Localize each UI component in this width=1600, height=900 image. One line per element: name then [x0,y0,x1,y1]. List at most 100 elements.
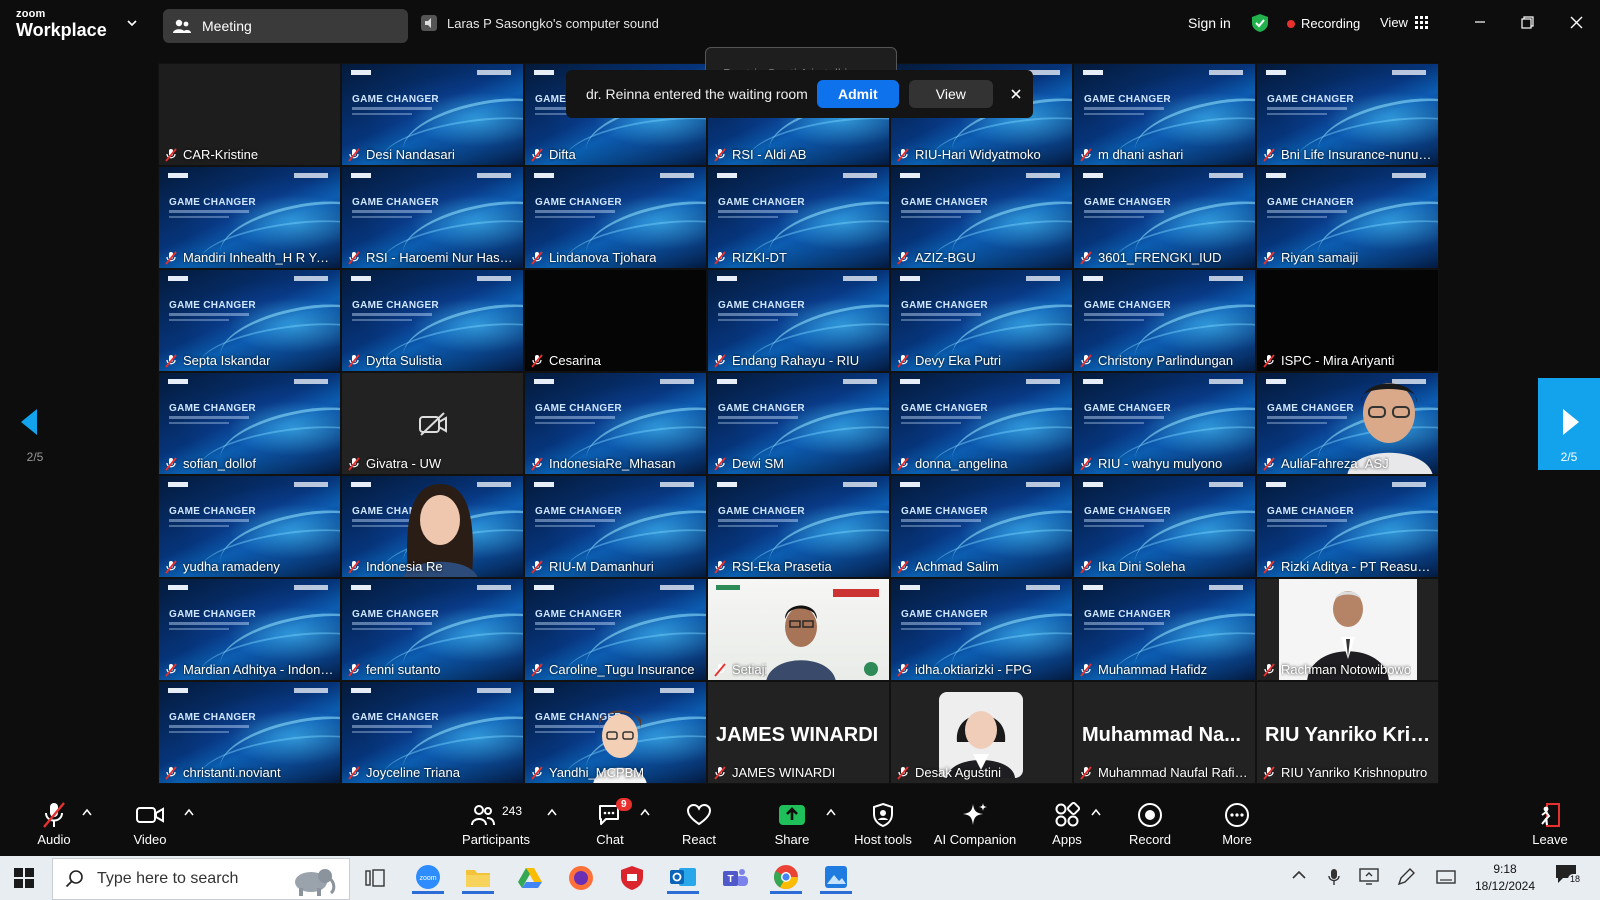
participant-tile[interactable]: GAME CHANGER idha.oktiarizki - FPG [890,578,1073,681]
participant-tile[interactable]: Muhammad Na... Muhammad Naufal Rafiu... [1073,681,1256,784]
participant-tile[interactable]: GAME CHANGER christanti.noviant [158,681,341,784]
participants-options-caret-icon[interactable] [547,808,557,816]
taskbar-outlook[interactable] [667,862,699,894]
video-button[interactable]: Video [115,800,185,847]
show-hidden-icons-caret-icon[interactable] [1292,870,1306,880]
windows-start-icon[interactable] [14,868,34,888]
participant-tile[interactable]: GAME CHANGER Christony Parlindungan [1073,269,1256,372]
participant-tile[interactable]: GAME CHANGER Endang Rahayu - RIU [707,269,890,372]
sign-in-link[interactable]: Sign in [1188,15,1231,31]
participant-tile[interactable]: GAME CHANGER RSI - Haroemi Nur Hasna... [341,166,524,269]
participant-tile[interactable]: GAME CHANGER IndonesiaRe_Mhasan [524,372,707,475]
admit-button[interactable]: Admit [816,80,899,108]
participant-tile[interactable]: GAME CHANGER Achmad Salim [890,475,1073,578]
audio-options-caret-icon[interactable] [82,808,92,816]
participant-tile[interactable]: Rachman Notowibowo [1256,578,1439,681]
next-page-button[interactable]: 2/5 [1538,378,1600,470]
share-button[interactable]: Share [757,800,827,847]
participant-tile[interactable]: GAME CHANGER 3601_FRENGKI_IUD [1073,166,1256,269]
participant-tile[interactable]: GAME CHANGER RIZKI-DT [707,166,890,269]
participant-tile[interactable]: GAME CHANGER Dewi SM [707,372,890,475]
participant-tile[interactable]: GAME CHANGER m dhani ashari [1073,63,1256,166]
view-button[interactable]: View [1380,15,1428,30]
chat-options-caret-icon[interactable] [640,808,650,816]
participant-tile[interactable]: GAME CHANGER RIU - wahyu mulyono [1073,372,1256,475]
taskbar-photos[interactable] [820,862,852,894]
taskbar-search[interactable]: Type here to search [52,858,350,900]
participant-tile[interactable]: GAME CHANGER yudha ramadeny [158,475,341,578]
participant-tile[interactable]: GAME CHANGER RIU-M Damanhuri [524,475,707,578]
tray-keyboard-icon[interactable] [1436,869,1456,885]
meeting-tab[interactable]: Meeting [163,9,408,43]
participant-tile[interactable]: GAME CHANGER Indonesia Re [341,475,524,578]
participant-tile[interactable]: GAME CHANGER Mandiri Inhealth_H R Yosi... [158,166,341,269]
previous-page-button[interactable]: 2/5 [10,378,60,470]
clock-date: 18/12/2024 [1474,879,1536,893]
participant-tile[interactable]: Desak Agustini [890,681,1073,784]
taskbar-zoom-app[interactable]: zoom [412,862,444,894]
close-notification-icon[interactable] [1010,88,1022,100]
participant-tile[interactable]: GAME CHANGER Yandhi_MCPBM [524,681,707,784]
view-waiting-room-button[interactable]: View [908,80,993,108]
audio-button[interactable]: Audio [19,800,89,847]
participant-tile[interactable]: GAME CHANGER Caroline_Tugu Insurance [524,578,707,681]
participant-tile[interactable]: RIU Yanriko Kris... RIU Yanriko Krishnopu… [1256,681,1439,784]
taskbar-google-drive[interactable] [514,862,546,894]
participant-tile[interactable]: GAME CHANGER Mardian Adhitya - Indone... [158,578,341,681]
participant-tile[interactable]: GAME CHANGER Riyan samaiji [1256,166,1439,269]
taskbar-firefox[interactable] [565,862,597,894]
security-shield-icon[interactable] [1251,13,1269,33]
participant-tile[interactable]: GAME CHANGER donna_angelina [890,372,1073,475]
taskbar-chrome[interactable] [770,862,802,894]
react-button[interactable]: React [664,800,734,847]
participant-tile[interactable]: GAME CHANGER Ika Dini Soleha [1073,475,1256,578]
participants-button[interactable]: 243 Participants [461,800,531,847]
mic-muted-icon [165,456,177,471]
participant-tile[interactable]: GAME CHANGER Devy Eka Putri [890,269,1073,372]
participant-tile[interactable]: GAME CHANGER Lindanova Tjohara [524,166,707,269]
participant-tile[interactable]: GAME CHANGER RSI-Eka Prasetia [707,475,890,578]
taskbar-file-explorer[interactable] [462,862,494,894]
participant-tile[interactable]: Cesarina [524,269,707,372]
chat-button[interactable]: Chat 9 [575,798,645,847]
participant-tile[interactable]: GAME CHANGER Rizki Aditya - PT Reasuran..… [1256,475,1439,578]
notification-center-button[interactable]: 18 [1555,864,1585,892]
participant-tile[interactable]: Setiaji [707,578,890,681]
restore-button[interactable] [1517,12,1537,32]
participant-tile[interactable]: GAME CHANGER fenni sutanto [341,578,524,681]
slide-brand-mark [1083,379,1103,384]
participant-tile[interactable]: GAME CHANGER Desi Nandasari [341,63,524,166]
participant-tile[interactable]: Givatra - UW [341,372,524,475]
participant-tile[interactable]: GAME CHANGER AZIZ-BGU [890,166,1073,269]
participant-tile[interactable]: CAR-Kristine [158,63,341,166]
taskbar-clock[interactable]: 9:18 18/12/2024 [1460,861,1550,895]
minimize-button[interactable] [1470,12,1490,32]
more-button[interactable]: More [1202,800,1272,847]
task-view-button[interactable] [359,862,391,894]
close-window-button[interactable] [1566,12,1586,32]
slide-title: GAME CHANGER [901,403,988,414]
ai-companion-button[interactable]: AI Companion [929,800,1021,847]
taskbar-teams[interactable]: T [719,862,751,894]
tray-display-icon[interactable] [1359,868,1379,886]
participant-tile[interactable]: ISPC - Mira Ariyanti [1256,269,1439,372]
share-options-caret-icon[interactable] [826,808,836,816]
tray-microphone-icon[interactable] [1328,868,1340,886]
participant-tile[interactable]: GAME CHANGER AuliaFahreza_ASJ [1256,372,1439,475]
leave-button[interactable]: Leave [1515,800,1585,847]
recording-indicator[interactable]: Recording [1287,16,1360,31]
participant-tile[interactable]: JAMES WINARDI JAMES WINARDI [707,681,890,784]
participant-tile[interactable]: GAME CHANGER Muhammad Hafidz [1073,578,1256,681]
host-tools-button[interactable]: Host tools [848,800,918,847]
taskbar-security-app[interactable] [616,862,648,894]
participant-tile[interactable]: GAME CHANGER sofian_dollof [158,372,341,475]
participant-tile[interactable]: GAME CHANGER Septa Iskandar [158,269,341,372]
tray-pen-icon[interactable] [1397,868,1415,886]
participant-tile[interactable]: GAME CHANGER Dytta Sulistia [341,269,524,372]
participant-tile[interactable]: GAME CHANGER Joyceline Triana [341,681,524,784]
chevron-down-icon[interactable] [127,18,137,28]
apps-options-caret-icon[interactable] [1091,808,1101,816]
video-options-caret-icon[interactable] [184,808,194,816]
record-button[interactable]: Record [1115,800,1185,847]
participant-tile[interactable]: GAME CHANGER Bni Life Insurance-nunun... [1256,63,1439,166]
